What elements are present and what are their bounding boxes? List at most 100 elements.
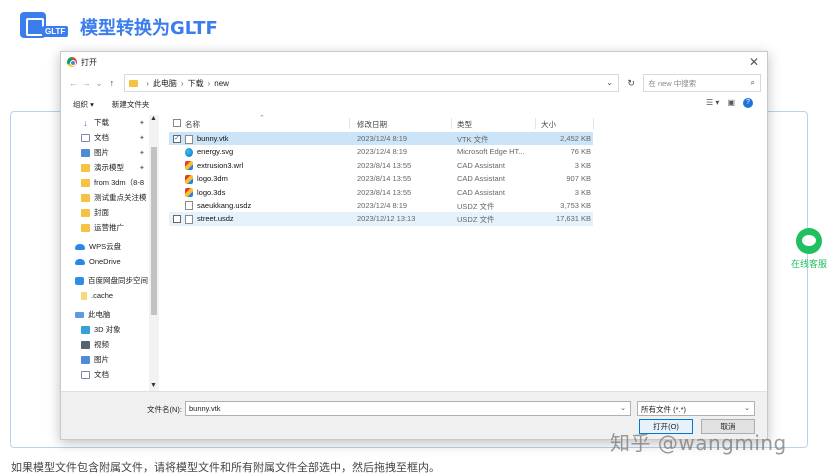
computer-icon <box>75 311 84 318</box>
nav-item[interactable]: ↓ 下载 ✦ <box>61 115 159 130</box>
file-name: bunny.vtk <box>197 134 229 143</box>
watermark: 知乎 @wangming <box>610 431 787 455</box>
breadcrumb-downloads[interactable]: 下载 <box>188 78 204 89</box>
chevron-down-icon[interactable]: ⌄ <box>606 78 613 87</box>
search-icon: ⌕ <box>750 78 755 87</box>
nav-item-label: from 3dm（8-8 <box>94 178 145 187</box>
preview-pane-icon[interactable]: ▣ <box>727 98 735 108</box>
cloud-icon <box>75 243 85 250</box>
nav-item-label: 运营推广 <box>94 223 124 232</box>
chevron-down-icon[interactable]: ⌄ <box>620 404 626 412</box>
file-row[interactable]: ✓ bunny.vtk 2023/12/4 8:19 VTK 文件 2,452 KB <box>169 132 593 146</box>
folder-icon <box>129 79 139 87</box>
back-arrow-icon[interactable]: ← <box>67 78 80 88</box>
file-type: CAD Assistant <box>457 174 505 184</box>
pin-icon: ✦ <box>139 164 145 172</box>
file-name: energy.svg <box>197 147 234 157</box>
select-all-checkbox[interactable] <box>173 119 181 127</box>
file-row[interactable]: energy.svg 2023/12/4 8:19 Microsoft Edge H… <box>169 145 769 158</box>
file-row[interactable]: extrusion3.wrl 2023/8/14 13:55 CAD Assista… <box>169 159 769 172</box>
nav-item-label: 下载 <box>94 118 109 127</box>
nav-item[interactable]: 百度网盘同步空间 <box>61 273 159 288</box>
folder-icon <box>81 208 90 217</box>
forward-arrow-icon[interactable]: → <box>80 78 93 88</box>
file-row[interactable]: logo.3ds 2023/8/14 13:55 CAD Assistant 3 KB <box>169 186 769 199</box>
nav-item[interactable]: 运营推广 <box>61 220 159 235</box>
online-service-button[interactable]: 在线客服 <box>790 228 828 270</box>
cad-file-icon <box>185 188 193 198</box>
nav-item-label: OneDrive <box>89 257 121 266</box>
nav-item[interactable]: 演示模型 ✦ <box>61 160 159 175</box>
nav-item[interactable]: 图片 ✦ <box>61 145 159 160</box>
column-size[interactable]: 大小 <box>541 119 556 130</box>
nav-item-label: 此电脑 <box>88 310 111 319</box>
nav-item[interactable]: 此电脑 <box>61 307 159 322</box>
history-chevron-icon[interactable]: ⌄ <box>93 78 106 89</box>
folder-icon <box>81 193 90 202</box>
column-name[interactable]: 名称 <box>185 119 200 130</box>
nav-item[interactable]: 视频 <box>61 337 159 352</box>
file-row[interactable]: logo.3dm 2023/8/14 13:55 CAD Assistant 907 … <box>169 172 769 185</box>
dialog-toolbar: 组织 ▾ 新建文件夹 ☰ ▾ ▣ ? <box>61 94 767 114</box>
up-arrow-icon[interactable]: ↑ <box>105 78 118 88</box>
dialog-title: 打开 <box>81 57 97 67</box>
nav-item[interactable]: 3D 对象 <box>61 322 159 337</box>
nav-item[interactable]: OneDrive <box>61 254 159 269</box>
filetype-select[interactable]: 所有文件 (*.*) ⌄ <box>637 401 755 416</box>
new-folder-button[interactable]: 新建文件夹 <box>112 99 150 110</box>
chevron-down-icon[interactable]: ⌄ <box>744 404 750 412</box>
nav-item-label: 视频 <box>94 340 109 349</box>
view-options-icon[interactable]: ☰ ▾ <box>706 98 719 108</box>
scroll-thumb[interactable] <box>151 147 157 315</box>
nav-item[interactable]: from 3dm（8-8 <box>61 175 159 190</box>
refresh-icon[interactable]: ↻ <box>623 78 639 89</box>
scroll-up-icon[interactable]: ▲ <box>150 115 157 122</box>
close-icon[interactable]: ✕ <box>749 55 759 69</box>
nav-item-label: 封面 <box>94 208 109 217</box>
scroll-down-icon[interactable]: ▼ <box>150 382 157 389</box>
search-input[interactable]: 在 new 中搜索 ⌕ <box>643 74 761 92</box>
nav-item[interactable]: 测试重点关注模 <box>61 190 159 205</box>
column-type[interactable]: 类型 <box>457 119 472 130</box>
pin-icon: ✦ <box>139 134 145 142</box>
nav-scrollbar[interactable]: ▲ ▼ <box>149 115 159 391</box>
file-type: USDZ 文件 <box>457 201 495 211</box>
drop-hint-text: 如果模型文件包含附属文件，请将模型文件和所有附属文件全部选中，然后拖拽至框内。 <box>11 461 440 474</box>
file-name: logo.3ds <box>197 187 226 197</box>
row-checkbox[interactable] <box>173 214 181 223</box>
organize-button[interactable]: 组织 ▾ <box>73 99 94 110</box>
file-row[interactable]: saeukkang.usdz 2023/12/4 8:19 USDZ 文件 3,753… <box>169 199 769 212</box>
filename-label: 文件名(N): <box>147 405 182 414</box>
address-bar: ← → ⌄ ↑ › 此电脑 › 下载 › new ⌄ ↻ 在 new 中搜索 ⌕ <box>61 72 767 94</box>
nav-item[interactable]: 文档 <box>61 367 159 382</box>
nav-item[interactable]: 文档 ✦ <box>61 130 159 145</box>
file-row[interactable]: street.usdz 2023/12/12 13:13 USDZ 文件 17,631… <box>169 212 593 226</box>
picture-icon <box>81 355 90 364</box>
3d-objects-icon <box>81 325 90 334</box>
file-size: 907 KB <box>566 174 591 184</box>
file-type: USDZ 文件 <box>457 215 495 225</box>
breadcrumb-new[interactable]: new <box>214 79 229 88</box>
nav-item[interactable]: 封面 <box>61 205 159 220</box>
path-box[interactable]: › 此电脑 › 下载 › new ⌄ <box>124 74 619 92</box>
nav-item-label: 演示模型 <box>94 163 124 172</box>
breadcrumb-this-pc[interactable]: 此电脑 <box>153 78 177 89</box>
dialog-titlebar: 打开 ✕ <box>61 52 767 72</box>
search-placeholder: 在 new 中搜索 <box>648 78 697 88</box>
file-name: street.usdz <box>197 214 234 224</box>
column-date[interactable]: 修改日期 <box>357 119 387 130</box>
file-size: 3 KB <box>574 187 591 197</box>
nav-item[interactable]: .cache <box>61 288 159 303</box>
help-icon[interactable]: ? <box>743 98 753 108</box>
nav-item[interactable]: WPS云盘 <box>61 239 159 254</box>
cloud-icon <box>75 258 85 265</box>
nav-item-label: 3D 对象 <box>94 325 121 334</box>
filename-field[interactable]: bunny.vtk ⌄ <box>185 401 631 416</box>
page-header: GLTF 模型转换为GLTF <box>20 12 218 42</box>
row-checkbox[interactable]: ✓ <box>173 134 181 143</box>
file-date: 2023/12/4 8:19 <box>357 200 408 210</box>
document-icon <box>81 133 90 142</box>
nav-item[interactable]: 图片 <box>61 352 159 367</box>
nav-item-label: 百度网盘同步空间 <box>88 276 148 285</box>
edge-file-icon <box>185 147 193 157</box>
